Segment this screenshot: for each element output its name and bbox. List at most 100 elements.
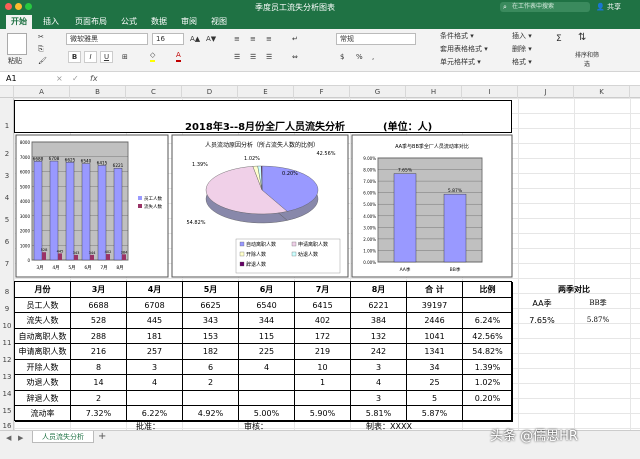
table-cell[interactable]: 6 — [183, 359, 239, 375]
table-cell[interactable]: 384 — [351, 313, 407, 329]
table-cell[interactable]: 34 — [407, 359, 463, 375]
table-cell[interactable] — [239, 390, 295, 406]
table-header-cell[interactable]: 4月 — [127, 282, 183, 298]
table-cell[interactable] — [295, 390, 351, 406]
table-cell[interactable]: 402 — [295, 313, 351, 329]
table-cell[interactable]: 288 — [71, 328, 127, 344]
table-cell[interactable] — [239, 375, 295, 391]
table-cell[interactable]: 流失人数 — [15, 313, 71, 329]
table-cell[interactable]: 1 — [295, 375, 351, 391]
table-cell[interactable]: 10 — [295, 359, 351, 375]
x-tick-label: 4月 — [52, 265, 59, 271]
table-cell[interactable]: 5.90% — [295, 406, 351, 422]
bar-turnover — [90, 254, 94, 260]
x-tick-label: 3月 — [36, 265, 43, 271]
data-label: 6415 — [97, 160, 108, 165]
table-cell[interactable]: 辞退人数 — [15, 390, 71, 406]
legend-label: 员工人数 — [144, 195, 162, 202]
table-cell[interactable]: 344 — [239, 313, 295, 329]
table-cell[interactable]: 4 — [351, 375, 407, 391]
bar-turnover — [74, 254, 78, 260]
table-cell[interactable] — [463, 406, 513, 422]
table-cell[interactable]: 5.00% — [239, 406, 295, 422]
table-cell[interactable]: 219 — [295, 344, 351, 360]
plot-area — [377, 157, 483, 263]
bar-rate — [393, 173, 417, 263]
add-sheet-icon[interactable]: + — [98, 431, 106, 442]
table-cell[interactable]: 5.81% — [351, 406, 407, 422]
table-cell[interactable] — [183, 390, 239, 406]
table-cell[interactable]: 1341 — [407, 344, 463, 360]
table-cell[interactable]: 257 — [127, 344, 183, 360]
next-sheet-icon[interactable]: ▶ — [18, 434, 23, 442]
table-cell[interactable]: 4 — [127, 375, 183, 391]
table-cell[interactable]: 流动率 — [15, 406, 71, 422]
table-cell[interactable]: 42.56% — [463, 328, 513, 344]
table-cell[interactable]: 54.82% — [463, 344, 513, 360]
table-header-cell[interactable]: 3月 — [71, 282, 127, 298]
table-header-cell[interactable]: 5月 — [183, 282, 239, 298]
data-label: 5.87% — [448, 188, 463, 194]
table-header-cell[interactable]: 7月 — [295, 282, 351, 298]
table-cell[interactable]: 132 — [351, 328, 407, 344]
table-cell[interactable]: 2446 — [407, 313, 463, 329]
bar-employees — [97, 165, 107, 261]
table-cell[interactable]: 6708 — [127, 297, 183, 313]
table-cell[interactable]: 4 — [239, 359, 295, 375]
table-cell[interactable]: 6221 — [351, 297, 407, 313]
table-cell[interactable]: 6688 — [71, 297, 127, 313]
table-header-cell[interactable]: 比例 — [463, 282, 513, 298]
y-tick-label: 6000 — [20, 170, 31, 175]
table-header-cell[interactable]: 8月 — [351, 282, 407, 298]
table-cell[interactable]: 2 — [71, 390, 127, 406]
table-cell[interactable]: 1041 — [407, 328, 463, 344]
table-cell[interactable]: 自动离职人数 — [15, 328, 71, 344]
table-cell[interactable]: 6540 — [239, 297, 295, 313]
sheet-tab-active[interactable]: 人员流失分析 — [32, 431, 94, 443]
table-cell[interactable]: 216 — [71, 344, 127, 360]
table-cell[interactable]: 8 — [71, 359, 127, 375]
table-cell[interactable]: 2 — [183, 375, 239, 391]
legend-swatch — [239, 261, 245, 267]
table-cell[interactable]: 6625 — [183, 297, 239, 313]
prev-sheet-icon[interactable]: ◀ — [6, 434, 11, 442]
table-cell[interactable]: 225 — [239, 344, 295, 360]
y-tick-label: 6.00% — [363, 191, 376, 196]
table-cell[interactable]: 3 — [351, 390, 407, 406]
table-cell[interactable] — [127, 390, 183, 406]
table-cell[interactable]: 115 — [239, 328, 295, 344]
bar-turnover — [106, 254, 110, 260]
table-cell[interactable]: 5 — [407, 390, 463, 406]
table-cell[interactable]: 开除人数 — [15, 359, 71, 375]
table-cell[interactable]: 181 — [127, 328, 183, 344]
table-cell[interactable]: 528 — [71, 313, 127, 329]
table-cell[interactable]: 4.92% — [183, 406, 239, 422]
table-cell[interactable]: 7.32% — [71, 406, 127, 422]
table-cell[interactable]: 劝退人数 — [15, 375, 71, 391]
table-cell[interactable]: 445 — [127, 313, 183, 329]
table-cell[interactable]: 182 — [183, 344, 239, 360]
table-cell[interactable]: 3 — [127, 359, 183, 375]
table-cell[interactable]: 3 — [351, 359, 407, 375]
table-cell[interactable]: 343 — [183, 313, 239, 329]
table-cell[interactable]: 14 — [71, 375, 127, 391]
table-cell[interactable]: 5.87% — [407, 406, 463, 422]
table-cell[interactable]: 1.39% — [463, 359, 513, 375]
table-header-cell[interactable]: 月份 — [15, 282, 71, 298]
table-cell[interactable]: 6.22% — [127, 406, 183, 422]
table-cell[interactable]: 172 — [295, 328, 351, 344]
table-cell[interactable]: 39197 — [407, 297, 463, 313]
data-label: 343 — [73, 251, 80, 255]
table-header-cell[interactable]: 合 计 — [407, 282, 463, 298]
table-cell[interactable]: 员工人数 — [15, 297, 71, 313]
table-cell[interactable]: 0.20% — [463, 390, 513, 406]
table-cell[interactable]: 25 — [407, 375, 463, 391]
table-cell[interactable]: 242 — [351, 344, 407, 360]
table-cell[interactable]: 6.24% — [463, 313, 513, 329]
table-cell[interactable]: 申请离职人数 — [15, 344, 71, 360]
table-header-cell[interactable]: 6月 — [239, 282, 295, 298]
table-cell[interactable]: 6415 — [295, 297, 351, 313]
table-cell[interactable]: 1.02% — [463, 375, 513, 391]
table-cell[interactable] — [463, 297, 513, 313]
table-cell[interactable]: 153 — [183, 328, 239, 344]
